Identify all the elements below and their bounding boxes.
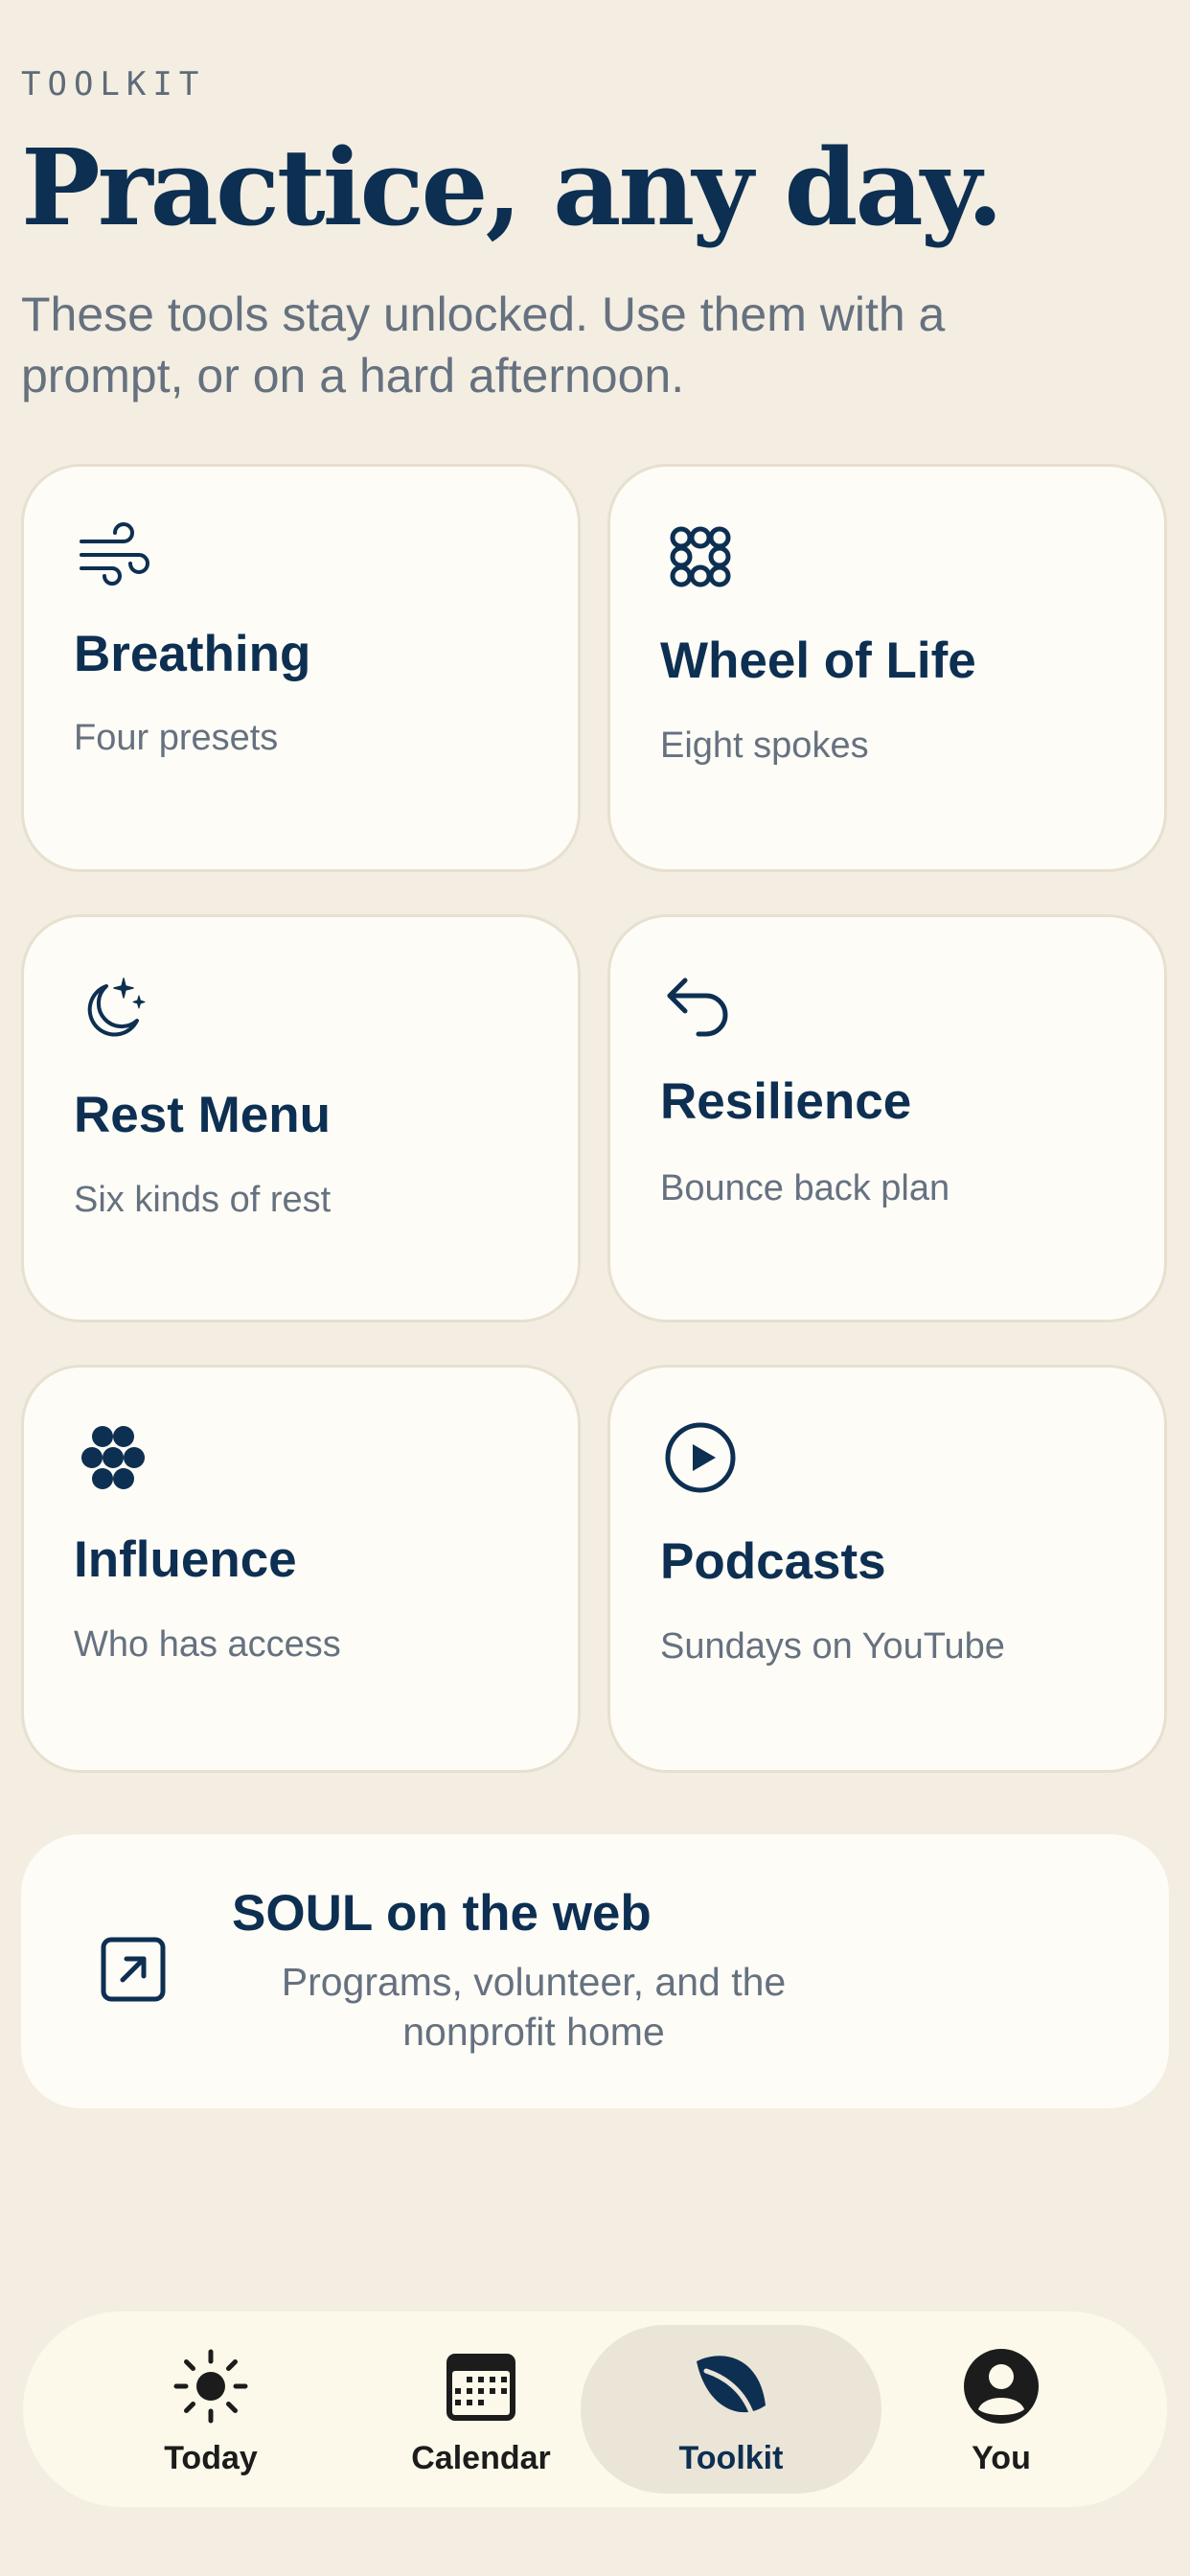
- tool-card-subtitle: Eight spokes: [660, 725, 869, 766]
- person-icon: [961, 2346, 1041, 2426]
- bottom-tab-bar: Today Calendar Toolkit You: [23, 2312, 1167, 2507]
- tool-card-title: Podcasts: [660, 1533, 886, 1590]
- moon-stars-icon: [74, 967, 154, 1047]
- tool-card-title: Influence: [74, 1531, 297, 1588]
- web-link-subtitle: Programs, volunteer, and the nonprofit h…: [281, 1960, 787, 2054]
- tool-card-wheel-of-life[interactable]: Wheel of Life Eight spokes: [607, 464, 1167, 872]
- tab-label: Today: [164, 2440, 258, 2476]
- tool-card-title: Resilience: [660, 1073, 912, 1130]
- tool-card-resilience[interactable]: Resilience Bounce back plan: [607, 914, 1167, 1322]
- tool-card-title: Wheel of Life: [660, 632, 976, 689]
- tool-card-influence[interactable]: Influence Who has access: [21, 1365, 581, 1773]
- flower-icon: [660, 517, 741, 597]
- web-link-title: SOUL on the web: [232, 1885, 652, 1942]
- tool-card-breathing[interactable]: Breathing Four presets: [21, 464, 581, 872]
- tool-card-title: Rest Menu: [74, 1087, 331, 1143]
- tool-card-podcasts[interactable]: Podcasts Sundays on YouTube: [607, 1365, 1167, 1773]
- calendar-icon: [441, 2346, 521, 2426]
- tool-card-title: Breathing: [74, 626, 311, 682]
- tool-card-rest-menu[interactable]: Rest Menu Six kinds of rest: [21, 914, 581, 1322]
- play-circle-icon: [660, 1417, 741, 1498]
- tab-toolkit[interactable]: Toolkit: [581, 2325, 881, 2494]
- tab-label: Toolkit: [678, 2440, 784, 2476]
- tab-today[interactable]: Today: [67, 2312, 355, 2507]
- soul-web-link-card[interactable]: SOUL on the web Programs, volunteer, and…: [21, 1834, 1169, 2108]
- tool-card-subtitle: Bounce back plan: [660, 1168, 950, 1208]
- circles-cluster-icon: [74, 1417, 154, 1498]
- arrow-back-icon: [660, 967, 741, 1047]
- page-title: Practice, any day.: [21, 126, 1003, 249]
- tool-card-subtitle: Four presets: [74, 718, 279, 758]
- tab-label: You: [972, 2440, 1031, 2476]
- tool-card-subtitle: Six kinds of rest: [74, 1180, 332, 1220]
- wind-icon: [74, 517, 154, 597]
- tool-card-subtitle: Sundays on YouTube: [660, 1626, 1005, 1667]
- tab-you[interactable]: You: [881, 2312, 1121, 2507]
- sun-icon: [171, 2346, 251, 2426]
- tool-card-subtitle: Who has access: [74, 1624, 341, 1665]
- page-subtitle: These tools stay unlocked. Use them with…: [21, 288, 946, 402]
- leaf-icon: [691, 2346, 771, 2426]
- external-link-icon: [94, 1930, 176, 2012]
- toolkit-eyebrow: TOOLKIT: [21, 65, 206, 104]
